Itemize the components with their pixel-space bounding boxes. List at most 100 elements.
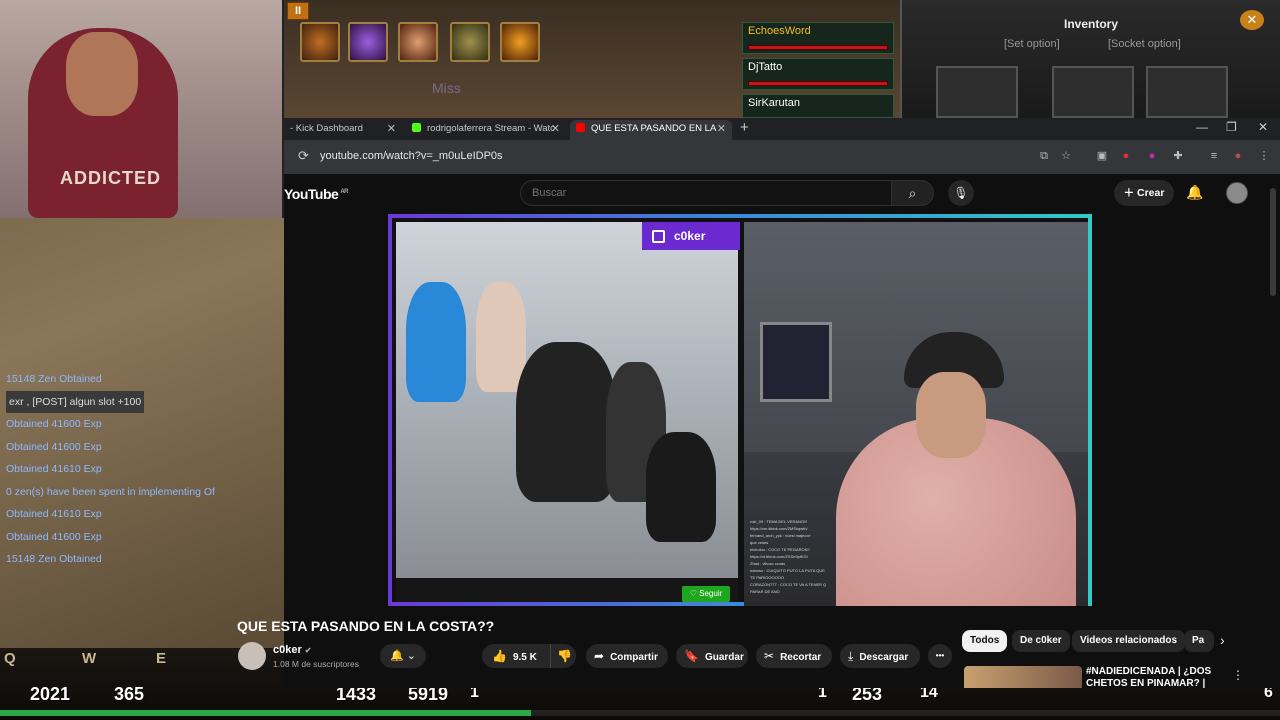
camera-fridge — [760, 322, 832, 402]
tab-close-icon[interactable]: ✕ — [551, 120, 560, 138]
clip-label: Recortar — [780, 652, 822, 663]
region-code: AR — [340, 189, 348, 196]
socket-option-button[interactable]: [Socket option] — [1108, 38, 1181, 50]
inventory-close-icon[interactable]: ✕ — [1240, 10, 1264, 30]
tab-close-icon[interactable]: ✕ — [717, 120, 726, 138]
notifications-bell-icon[interactable]: 🔔 — [1186, 184, 1203, 201]
menu-kebab-icon[interactable]: ⋮ — [1258, 150, 1270, 162]
overlay-chat-line: fernand_arch_yyk : ncesl majecce — [750, 533, 811, 538]
channel-avatar[interactable] — [238, 642, 266, 670]
share-icon: ➦ — [594, 649, 605, 663]
download-button[interactable]: ⤓ Descargar — [840, 644, 920, 668]
skill-slot[interactable] — [398, 22, 438, 62]
search-input[interactable] — [521, 181, 891, 205]
create-button[interactable]: ＋ Crear — [1114, 180, 1174, 206]
chat-line: 0 zen(s) have been spent in implementing… — [6, 485, 215, 498]
page-scrollbar[interactable] — [1270, 188, 1276, 296]
clip-figure — [646, 432, 716, 542]
profile-icon[interactable]: ● — [1232, 150, 1244, 162]
share-button[interactable]: ➦ Compartir — [586, 644, 668, 668]
inventory-slot[interactable] — [1146, 66, 1228, 118]
bell-icon: 🔔 — [390, 650, 404, 662]
skill-slot[interactable] — [348, 22, 388, 62]
maximize-button[interactable]: ❐ — [1226, 120, 1237, 134]
chip-related[interactable]: Videos relacionados — [1072, 630, 1186, 652]
hp-potion-count: 2021 — [30, 684, 71, 704]
bookmark-star-icon[interactable]: ☆ — [1060, 150, 1072, 162]
minimize-button[interactable]: — — [1196, 120, 1208, 134]
chevron-down-icon: ⌄ — [406, 650, 416, 662]
verified-icon: ✔ — [304, 646, 312, 655]
party-member[interactable]: SirKarutan — [742, 94, 894, 118]
overlay-chat: roki_09 : TEMA DEL VERANO!!! https://vm.… — [750, 518, 870, 595]
subscription-bell-button[interactable]: 🔔 ⌄ — [380, 644, 426, 668]
streamer-webcam: ADDICTED — [0, 0, 284, 218]
youtube-favicon-icon — [576, 123, 585, 132]
skill-slot[interactable] — [500, 22, 540, 62]
skill-slot[interactable] — [450, 22, 490, 62]
recommendation-menu-icon[interactable]: ⋮ — [1232, 668, 1244, 682]
youtube-logo[interactable]: YouTube AR — [284, 186, 348, 202]
chip-all[interactable]: Todos — [962, 630, 1008, 652]
chip-from-channel[interactable]: De c0ker — [1012, 630, 1070, 652]
game-chat-log: 15148 Zen Obtained exr , [POST] algun sl… — [6, 368, 215, 571]
microphone-icon[interactable]: 🎙 — [948, 180, 974, 206]
account-avatar[interactable] — [1226, 182, 1248, 204]
xp-bar — [0, 710, 1280, 716]
twitch-channel-tag: c0ker — [642, 222, 740, 250]
recommendation-title[interactable]: #NADIEDICENADA | ¿DOS CHETOS EN PINAMAR?… — [1086, 666, 1226, 688]
search-box[interactable] — [520, 180, 892, 206]
twitch-icon — [652, 230, 665, 243]
inventory-slot[interactable] — [936, 66, 1018, 118]
chat-line: 15148 Zen Obtained — [6, 553, 102, 565]
skill-slot[interactable] — [300, 22, 340, 62]
tab-label: QUE ESTA PASANDO EN LA — [591, 123, 717, 134]
video-player[interactable]: ♡ Seguir roki_09 : TEMA DEL VERANO!!! ht… — [388, 214, 1092, 606]
extension-icon[interactable]: ● — [1120, 150, 1132, 162]
dislike-button[interactable]: 👎 — [550, 644, 576, 668]
thumbs-up-icon: 👍 — [492, 649, 507, 663]
extension-icon[interactable]: ▣ — [1096, 150, 1108, 162]
cast-icon[interactable]: ⧉ — [1038, 150, 1050, 162]
tab-label: - Kick Dashboard — [290, 123, 363, 134]
xp-bar-fill — [0, 710, 532, 716]
clip-figure — [516, 342, 616, 502]
site-info-icon[interactable]: ⟳ — [298, 148, 309, 164]
save-button[interactable]: 🔖 Guardar — [676, 644, 748, 668]
party-member[interactable]: DjTatto — [742, 58, 894, 90]
url-field[interactable]: youtube.com/watch?v=_m0uLeIDP0s — [320, 150, 503, 162]
pause-button[interactable]: II — [287, 2, 309, 20]
create-label: Crear — [1136, 187, 1165, 199]
media-control-icon[interactable]: ≡ — [1208, 150, 1220, 162]
clip-button[interactable]: ✂ Recortar — [756, 644, 832, 668]
tab-kick-dashboard[interactable]: - Kick Dashboard ✕ — [284, 120, 402, 140]
search-icon[interactable]: ⌕ — [892, 180, 934, 206]
recommendation-thumbnail[interactable] — [964, 666, 1082, 688]
party-member[interactable]: EchoesWord — [742, 22, 894, 54]
party-member-name: EchoesWord — [748, 25, 811, 37]
extensions-puzzle-icon[interactable]: ✚ — [1172, 150, 1184, 162]
follow-button[interactable]: ♡ Seguir — [682, 586, 730, 602]
inventory-slot[interactable] — [1052, 66, 1134, 118]
subscriber-count: 1.08 M de suscriptores — [273, 659, 359, 669]
set-option-button[interactable]: [Set option] — [1004, 38, 1060, 50]
tab-youtube-video[interactable]: QUE ESTA PASANDO EN LA ✕ — [570, 120, 732, 140]
tab-close-icon[interactable]: ✕ — [387, 120, 396, 138]
chat-line: Obtained 41600 Exp — [6, 440, 102, 453]
hotkey-q: Q — [4, 650, 16, 667]
new-tab-button[interactable]: + — [740, 119, 749, 136]
chip-partial[interactable]: Pa — [1184, 630, 1214, 652]
close-window-button[interactable]: ✕ — [1258, 120, 1268, 134]
chevron-right-icon[interactable]: › — [1220, 632, 1225, 648]
hotkey-e: E — [156, 650, 167, 667]
download-label: Descargar — [859, 652, 909, 663]
extension-icon[interactable]: ● — [1146, 150, 1158, 162]
tab-kick-stream[interactable]: rodrigolaferrera Stream - Watc ✕ — [406, 120, 566, 140]
kick-icon — [412, 123, 421, 132]
like-count: 9.5 K — [512, 652, 537, 663]
overlay-chat-line: TE PARIOOOOOO — [750, 575, 784, 580]
channel-name[interactable]: c0ker ✔ — [273, 644, 311, 656]
more-actions-button[interactable]: ••• — [928, 644, 952, 668]
party-member-name: SirKarutan — [748, 97, 800, 109]
tab-bar: - Kick Dashboard ✕ rodrigolaferrera Stre… — [284, 118, 1280, 140]
